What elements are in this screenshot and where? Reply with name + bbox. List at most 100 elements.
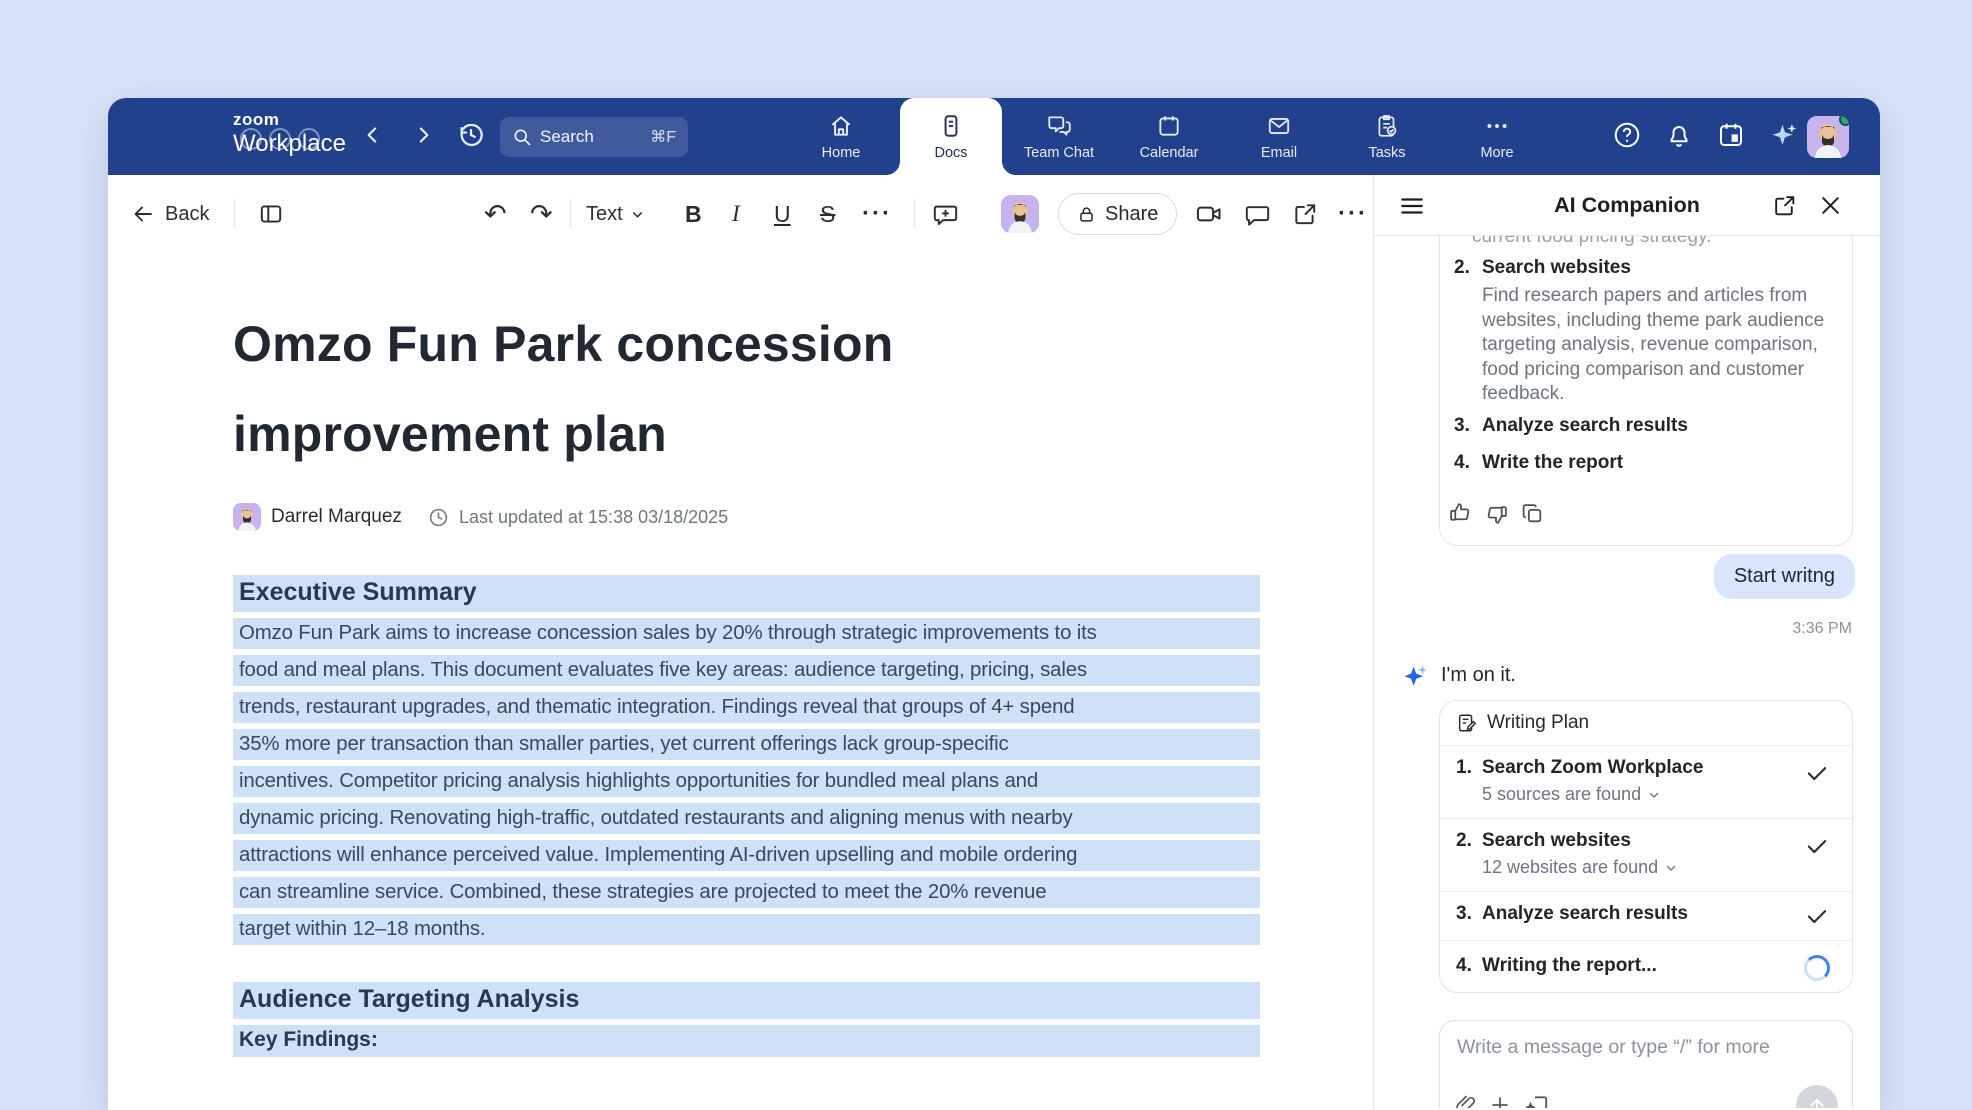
doc-line: dynamic pricing. Renovating high-traffic…: [233, 803, 1260, 834]
heading-key-findings: Key Findings:: [233, 1025, 1260, 1057]
chevron-down-icon: [1647, 788, 1661, 802]
message-input[interactable]: Write a message or type “/” for more: [1439, 1020, 1853, 1108]
search-shortcut: ⌘F: [650, 127, 676, 147]
plan-step: 4. Write the report: [1454, 452, 1623, 474]
user-message-bubble: Start writng: [1714, 554, 1855, 599]
lock-icon: [1077, 205, 1096, 224]
app-window: zoom Workplace Search ⌘F Home Docs: [108, 98, 1880, 1110]
text-style-dropdown[interactable]: Text: [586, 175, 645, 253]
send-button[interactable]: [1796, 1085, 1838, 1108]
docs-icon: [938, 113, 964, 139]
search-icon: [512, 127, 532, 147]
progress-spinner: [1804, 955, 1830, 981]
italic-button[interactable]: I: [732, 175, 740, 253]
sidebar-toggle-button[interactable]: [258, 175, 284, 253]
thumbs-down-icon[interactable]: [1484, 502, 1509, 527]
add-comment-button[interactable]: [932, 175, 959, 253]
open-external-icon[interactable]: [1292, 175, 1318, 253]
clipped-text-line: current food pricing strategy.: [1472, 236, 1711, 248]
workplace-logo: Workplace: [233, 130, 346, 158]
plan-row-3: 3.Analyze search results: [1440, 892, 1852, 941]
plan-row-4: 4.Writing the report...: [1440, 941, 1852, 992]
plan-row-1: 1.Search Zoom Workplace 5 sources are fo…: [1440, 746, 1852, 819]
tab-email[interactable]: Email: [1228, 98, 1330, 175]
nav-back-icon[interactable]: [360, 122, 386, 148]
more-formatting-button[interactable]: ···: [862, 175, 892, 253]
plan-step: 2. Search websites: [1454, 257, 1631, 279]
close-icon[interactable]: [1818, 193, 1843, 218]
redo-button[interactable]: ↷: [530, 175, 553, 253]
ai-status-text: I'm on it.: [1441, 664, 1516, 687]
back-label: Back: [165, 203, 209, 226]
panel-title: AI Companion: [1374, 193, 1880, 218]
ai-companion-icon[interactable]: [1770, 121, 1800, 151]
online-status-dot: [1839, 116, 1849, 126]
underline-button[interactable]: U: [774, 175, 791, 253]
insert-to-doc-icon[interactable]: [1524, 1093, 1550, 1108]
doc-line: attractions will enhance perceived value…: [233, 840, 1260, 871]
notifications-bell-icon[interactable]: [1664, 120, 1694, 150]
history-icon[interactable]: [456, 120, 486, 150]
heading-executive-summary: Executive Summary: [233, 575, 1260, 612]
plan-step-desc: Find research papers and articles from w…: [1482, 284, 1842, 407]
clock-icon: [428, 507, 449, 528]
help-icon[interactable]: [1612, 120, 1642, 150]
plan-row-websites-dropdown[interactable]: 12 websites are found: [1482, 857, 1836, 878]
check-icon: [1804, 903, 1830, 929]
chevron-down-icon: [1664, 861, 1678, 875]
top-navbar: zoom Workplace Search ⌘F Home Docs: [108, 98, 1880, 175]
doc-line: Omzo Fun Park aims to increase concessio…: [233, 618, 1260, 649]
ai-companion-panel: AI Companion current food pricing strate…: [1373, 175, 1880, 1110]
message-timestamp: 3:36 PM: [1792, 620, 1852, 638]
calendar-date-icon[interactable]: [1716, 120, 1746, 150]
attach-icon[interactable]: [1454, 1093, 1478, 1108]
thumbs-up-icon[interactable]: [1448, 500, 1473, 525]
undo-button[interactable]: ↶: [484, 175, 507, 253]
ai-plan-message-card: current food pricing strategy. 2. Search…: [1439, 236, 1853, 546]
more-actions-button[interactable]: ···: [1338, 175, 1368, 253]
calendar-icon: [1156, 113, 1182, 139]
last-updated: Last updated at 15:38 03/18/2025: [459, 507, 728, 528]
hamburger-menu-icon[interactable]: [1399, 193, 1425, 219]
back-arrow-icon: [131, 202, 155, 226]
writing-plan-icon: [1456, 712, 1478, 734]
tab-tasks[interactable]: Tasks: [1336, 98, 1438, 175]
zoom-logo: zoom: [233, 110, 279, 130]
doc-meta-row: Darrel Marquez Last updated at 15:38 03/…: [233, 503, 1260, 531]
doc-line: can streamline service. Combined, these …: [233, 877, 1260, 908]
doc-toolbar: Back ↶ ↷ Text B I U S ··· Share: [108, 175, 1373, 253]
writing-plan-card: Writing Plan 1.Search Zoom Workplace 5 s…: [1439, 700, 1853, 993]
tab-calendar[interactable]: Calendar: [1118, 98, 1220, 175]
tab-docs[interactable]: Docs: [900, 98, 1002, 175]
input-placeholder: Write a message or type “/” for more: [1457, 1036, 1770, 1059]
chat-bubble-icon[interactable]: [1244, 175, 1271, 253]
nav-forward-icon[interactable]: [410, 122, 436, 148]
user-avatar[interactable]: [1807, 116, 1849, 158]
author-name: Darrel Marquez: [271, 506, 402, 528]
back-button[interactable]: Back: [131, 175, 209, 253]
heading-audience-targeting: Audience Targeting Analysis: [233, 982, 1260, 1019]
video-meeting-icon[interactable]: [1195, 175, 1223, 253]
bold-button[interactable]: B: [685, 175, 702, 253]
toolbar-divider: [234, 199, 235, 229]
copy-icon[interactable]: [1520, 501, 1545, 526]
add-icon[interactable]: [1488, 1093, 1512, 1108]
tab-more[interactable]: More: [1446, 98, 1548, 175]
plan-row-sources-dropdown[interactable]: 5 sources are found: [1482, 784, 1836, 805]
writing-plan-header: Writing Plan: [1440, 701, 1852, 746]
strikethrough-button[interactable]: S: [820, 175, 835, 253]
home-icon: [828, 113, 854, 139]
share-button[interactable]: Share: [1058, 175, 1177, 253]
search-placeholder: Search: [540, 127, 594, 147]
doc-line: food and meal plans. This document evalu…: [233, 655, 1260, 686]
search-input[interactable]: Search ⌘F: [500, 117, 688, 157]
doc-line: incentives. Competitor pricing analysis …: [233, 766, 1260, 797]
collaborator-avatar[interactable]: [1001, 195, 1039, 233]
check-icon: [1804, 760, 1830, 786]
tab-team-chat[interactable]: Team Chat: [1008, 98, 1110, 175]
tab-home[interactable]: Home: [790, 98, 892, 175]
doc-line: 35% more per transaction than smaller pa…: [233, 729, 1260, 760]
pop-out-icon[interactable]: [1772, 193, 1797, 218]
document-canvas[interactable]: Omzo Fun Park concession improvement pla…: [108, 253, 1373, 1110]
ai-sparkle-icon: [1402, 662, 1430, 690]
